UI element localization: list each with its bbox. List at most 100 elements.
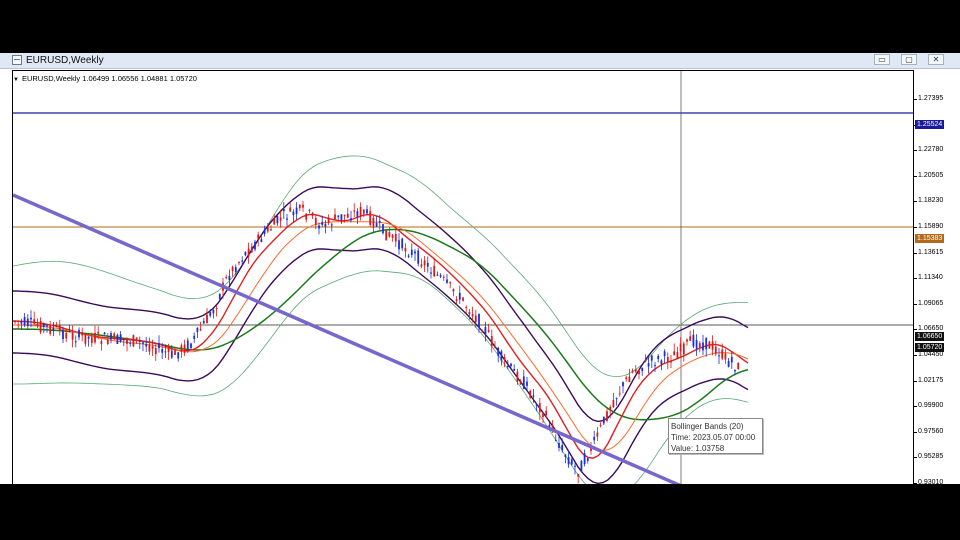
bearish-candle <box>471 314 474 317</box>
price-axis[interactable]: 1.273951.250551.227801.205051.182301.158… <box>913 70 960 484</box>
bullish-candle <box>705 337 708 350</box>
bearish-candle <box>180 345 183 352</box>
maximize-button[interactable]: ▢ <box>901 54 917 65</box>
bearish-candle <box>372 217 375 228</box>
bearish-candle <box>388 231 391 237</box>
bearish-candle <box>126 339 128 344</box>
bullish-candle <box>350 218 352 221</box>
bullish-candle <box>574 465 576 467</box>
bearish-candle <box>545 410 548 416</box>
bullish-candle <box>692 334 695 347</box>
bullish-candle <box>129 342 132 344</box>
bullish-candle <box>532 395 535 397</box>
bearish-candle <box>609 406 612 411</box>
bearish-candle <box>311 212 314 216</box>
bollinger-outer-upper <box>13 155 748 378</box>
bearish-candle <box>686 339 688 342</box>
bearish-candle <box>65 332 68 339</box>
bearish-candle <box>148 344 151 352</box>
bullish-candle <box>356 211 359 218</box>
bullish-candle <box>366 209 368 214</box>
bearish-candle <box>474 315 477 323</box>
bullish-candle <box>145 344 148 347</box>
bearish-candle <box>503 357 506 360</box>
bullish-candle <box>330 224 333 226</box>
bullish-candle <box>62 330 64 340</box>
price-tick-label: 1.04450 <box>913 351 944 358</box>
bullish-candle <box>292 211 295 216</box>
minimize-button[interactable]: ▭ <box>874 54 890 65</box>
bearish-candle <box>231 266 234 272</box>
close-button[interactable]: ✕ <box>928 54 944 65</box>
bearish-candle <box>714 346 717 355</box>
price-tick-label: 1.02175 <box>913 376 944 384</box>
bullish-candle <box>426 262 429 267</box>
bearish-candle <box>100 341 103 345</box>
bearish-candle <box>167 347 170 352</box>
bullish-candle <box>567 457 570 465</box>
bullish-candle <box>254 241 256 250</box>
chart-window-icon <box>12 55 22 65</box>
bearish-candle <box>442 276 445 278</box>
bullish-candle <box>561 444 564 451</box>
price-tick-label: 1.15890 <box>913 223 944 230</box>
bullish-candle <box>663 351 666 356</box>
chart-canvas[interactable] <box>13 71 914 484</box>
bearish-candle <box>487 330 490 332</box>
bullish-candle <box>318 225 320 229</box>
bearish-candle <box>90 337 93 344</box>
bullish-candle <box>142 342 144 344</box>
bullish-candle <box>228 275 231 281</box>
bullish-candle <box>119 334 122 342</box>
chart-menu-arrow-icon[interactable]: ▼ <box>13 77 19 83</box>
bullish-candle <box>193 335 196 339</box>
bullish-candle <box>500 351 503 361</box>
bearish-candle <box>346 213 349 218</box>
bullish-candle <box>74 341 77 343</box>
bearish-candle <box>625 377 628 380</box>
bearish-candle <box>298 204 301 209</box>
bullish-candle <box>439 275 442 277</box>
bullish-candle <box>46 325 48 327</box>
bullish-candle <box>702 342 704 351</box>
bearish-candle <box>81 332 84 336</box>
black-frame <box>0 484 960 540</box>
bullish-candle <box>564 454 567 458</box>
bullish-candle <box>177 352 180 359</box>
bearish-candle <box>577 473 580 477</box>
bullish-candle <box>478 314 480 328</box>
bullish-candle <box>436 274 439 276</box>
bearish-candle <box>596 432 599 437</box>
bearish-candle <box>55 325 58 327</box>
bullish-candle <box>164 351 167 353</box>
bearish-candle <box>71 332 74 340</box>
bullish-candle <box>718 355 720 357</box>
bullish-candle <box>324 223 327 227</box>
bullish-candle <box>410 249 413 256</box>
bearish-candle <box>391 234 394 238</box>
price-chart[interactable] <box>12 70 914 484</box>
bearish-candle <box>516 371 519 382</box>
bearish-candle <box>682 343 685 355</box>
bullish-candle <box>241 260 244 262</box>
bullish-candle <box>42 323 45 327</box>
bearish-candle <box>724 353 727 360</box>
bearish-candle <box>334 214 336 220</box>
bearish-candle <box>49 324 52 334</box>
bullish-candle <box>161 349 164 353</box>
price-level-tag-price: 1.05720 <box>915 343 945 352</box>
bearish-candle <box>462 297 464 301</box>
bullish-candle <box>276 215 279 224</box>
bearish-candle <box>247 248 250 257</box>
bullish-candle <box>321 221 324 225</box>
bearish-candle <box>433 265 436 277</box>
bearish-candle <box>270 229 272 231</box>
bullish-candle <box>196 327 199 333</box>
bearish-candle <box>634 369 637 372</box>
bullish-candle <box>414 251 416 254</box>
bullish-candle <box>622 382 624 387</box>
bearish-candle <box>289 207 292 212</box>
bearish-candle <box>353 210 356 212</box>
bearish-candle <box>404 247 407 252</box>
price-tick-label: 1.13615 <box>913 248 944 256</box>
